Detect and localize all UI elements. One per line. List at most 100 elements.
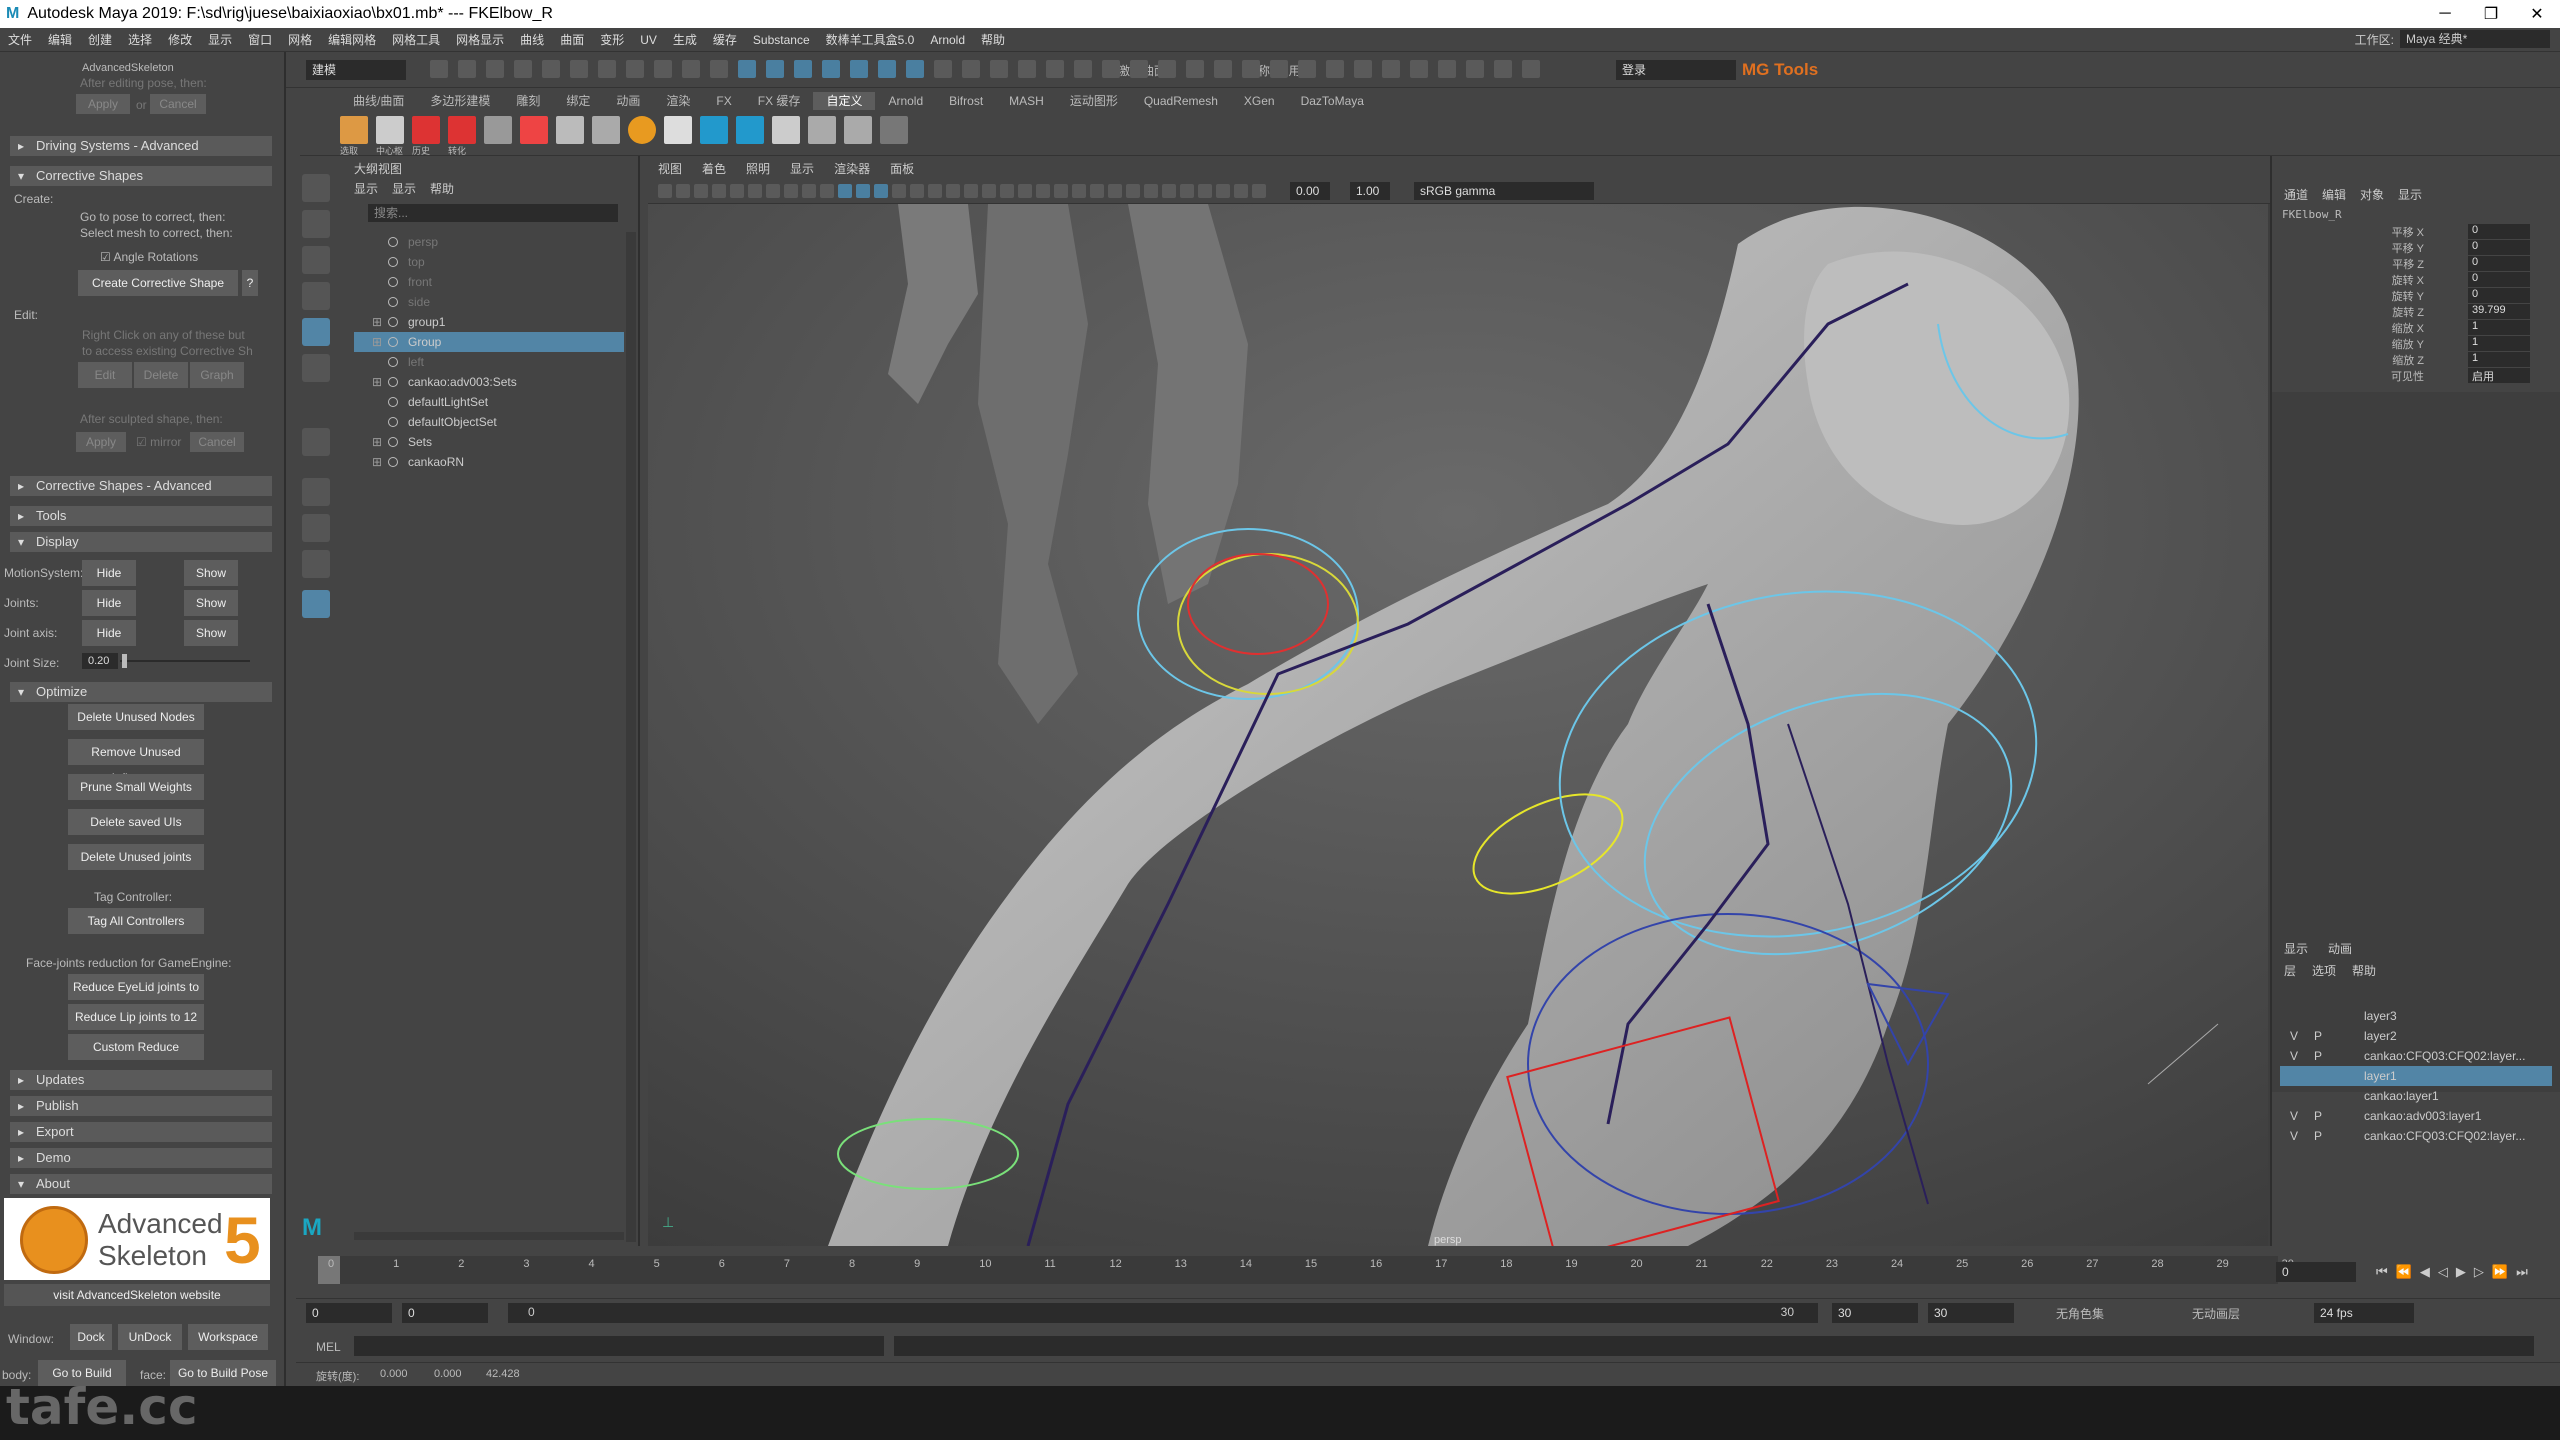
shelf-tab[interactable]: Arnold (875, 92, 936, 110)
channel-row[interactable]: 平移 X 0 (2272, 224, 2532, 240)
mode-dropdown[interactable]: 建模 (306, 60, 406, 80)
status-tool-icon[interactable] (1242, 60, 1260, 78)
gamma-field[interactable]: 1.00 (1350, 182, 1390, 200)
range-inner-start-field[interactable]: 0 (402, 1303, 488, 1323)
viewport-tool-icon[interactable] (676, 184, 690, 198)
graph-button[interactable]: Graph (190, 362, 244, 388)
status-tool-icon[interactable] (850, 60, 868, 78)
fps-dropdown[interactable]: 24 fps (2314, 1303, 2414, 1323)
shelf-tab[interactable]: 运动图形 (1057, 92, 1131, 110)
viewport-menu-item[interactable]: 显示 (780, 160, 824, 177)
current-frame-field[interactable]: 0 (2276, 1262, 2356, 1282)
menu-item[interactable]: 曲面 (552, 31, 592, 48)
status-tool-icon[interactable] (1410, 60, 1428, 78)
menu-item[interactable]: 编辑 (40, 31, 80, 48)
channel-row[interactable]: 缩放 Y 1 (2272, 336, 2532, 352)
maximize-button[interactable]: ❐ (2468, 0, 2514, 28)
channel-row[interactable]: 缩放 X 1 (2272, 320, 2532, 336)
menu-item[interactable]: Substance (745, 33, 818, 47)
help-button[interactable]: ? (242, 270, 258, 296)
layout-persp-outliner-icon[interactable] (302, 590, 330, 618)
viewport-tool-icon[interactable] (892, 184, 906, 198)
reduce-eyelid-button[interactable]: Reduce EyeLid joints to 4 (68, 974, 204, 1020)
close-button[interactable]: ✕ (2514, 0, 2560, 28)
shelf-tab[interactable]: Bifrost (936, 92, 996, 110)
viewport-tool-icon[interactable] (928, 184, 942, 198)
joint-axis-hide-button[interactable]: Hide (82, 620, 136, 646)
viewport-tool-icon[interactable] (964, 184, 978, 198)
outliner-item[interactable]: defaultObjectSet (354, 412, 624, 432)
outliner-item[interactable]: persp (354, 232, 624, 252)
range-end-field[interactable]: 30 (1832, 1303, 1918, 1323)
go-start-icon[interactable]: ⏮ (2376, 1264, 2388, 1280)
layer-menu-help[interactable]: 帮助 (2352, 962, 2376, 979)
status-tool-icon[interactable] (1522, 60, 1540, 78)
status-tool-icon[interactable] (1186, 60, 1204, 78)
section-export[interactable]: Export (10, 1122, 272, 1142)
viewport-tool-icon[interactable] (838, 184, 852, 198)
menu-item[interactable]: 编辑网格 (320, 31, 384, 48)
shelf-tab[interactable]: FX (703, 92, 744, 110)
edit-button[interactable]: Edit (78, 362, 132, 388)
viewport-tool-icon[interactable] (982, 184, 996, 198)
tag-all-controllers-button[interactable]: Tag All Controllers (68, 908, 204, 934)
menu-item[interactable]: 网格 (280, 31, 320, 48)
viewport-tool-icon[interactable] (712, 184, 726, 198)
shelf-tab[interactable]: 多边形建模 (417, 92, 503, 110)
mg-tools-button[interactable]: MG Tools (1742, 60, 1818, 80)
shelf-tab[interactable]: QuadRemesh (1131, 92, 1231, 110)
shelf-tool-icon[interactable] (808, 116, 836, 144)
step-forward-key-icon[interactable]: ⏩ (2492, 1264, 2508, 1280)
layer-visibility-toggle[interactable]: V (2286, 1046, 2302, 1066)
workspace-button[interactable]: Workspace (188, 1324, 268, 1350)
layer-playback-toggle[interactable]: P (2310, 1046, 2326, 1066)
channel-row[interactable]: 可见性 启用 (2272, 368, 2532, 384)
channel-box-menu-item[interactable]: 编辑 (2322, 186, 2346, 203)
mel-label[interactable]: MEL (316, 1340, 341, 1354)
layer-menu-layers[interactable]: 层 (2284, 962, 2296, 979)
layer-visibility-toggle[interactable]: V (2286, 1106, 2302, 1126)
menu-item[interactable]: 网格工具 (384, 31, 448, 48)
joints-show-button[interactable]: Show (184, 590, 238, 616)
status-tool-icon[interactable] (430, 60, 448, 78)
layer-visibility-toggle[interactable]: V (2286, 1126, 2302, 1146)
outliner-item[interactable]: defaultLightSet (354, 392, 624, 412)
step-back-key-icon[interactable]: ⏪ (2396, 1264, 2412, 1280)
shelf-tab[interactable]: 雕刻 (503, 92, 553, 110)
lasso-tool-icon[interactable] (302, 210, 330, 238)
cancel-sculpt-button[interactable]: Cancel (190, 432, 244, 452)
shelf-tab[interactable]: 绑定 (553, 92, 603, 110)
menu-item[interactable]: 选择 (120, 31, 160, 48)
viewport-tool-icon[interactable] (802, 184, 816, 198)
viewport-menu-item[interactable]: 面板 (880, 160, 924, 177)
layout-two-icon[interactable] (302, 514, 330, 542)
layer-tab-display[interactable]: 显示 (2284, 940, 2308, 957)
step-forward-icon[interactable]: ▷ (2474, 1264, 2484, 1280)
outliner-menu-show[interactable]: 显示 (392, 180, 416, 197)
status-tool-icon[interactable] (1214, 60, 1232, 78)
channel-value[interactable]: 启用 (2468, 368, 2530, 383)
menu-item[interactable]: UV (632, 33, 665, 47)
status-tool-icon[interactable] (1382, 60, 1400, 78)
shelf-tab[interactable]: 曲线/曲面 (340, 92, 417, 110)
joints-hide-button[interactable]: Hide (82, 590, 136, 616)
joint-size-slider[interactable] (120, 654, 250, 668)
channel-box-menu-item[interactable]: 显示 (2398, 186, 2422, 203)
viewport-tool-icon[interactable] (748, 184, 762, 198)
channel-value[interactable]: 1 (2468, 336, 2530, 351)
menu-item[interactable]: 变形 (592, 31, 632, 48)
channel-value[interactable]: 0 (2468, 256, 2530, 271)
viewport-tool-icon[interactable] (820, 184, 834, 198)
delete-unused-joints-button[interactable]: Delete Unused joints (68, 844, 204, 870)
section-tools[interactable]: Tools (10, 506, 272, 526)
viewport-tool-icon[interactable] (910, 184, 924, 198)
custom-reduce-button[interactable]: Custom Reduce (68, 1034, 204, 1060)
create-corrective-shape-button[interactable]: Create Corrective Shape (78, 270, 238, 296)
viewport-tool-icon[interactable] (1000, 184, 1014, 198)
outliner-item[interactable]: ⊞ cankao:adv003:Sets (354, 372, 624, 392)
menu-item[interactable]: 缓存 (705, 31, 745, 48)
outliner-item[interactable]: ⊞ Group (354, 332, 624, 352)
shelf-tab[interactable]: 动画 (603, 92, 653, 110)
menu-item[interactable]: 生成 (665, 31, 705, 48)
viewport-tool-icon[interactable] (1072, 184, 1086, 198)
